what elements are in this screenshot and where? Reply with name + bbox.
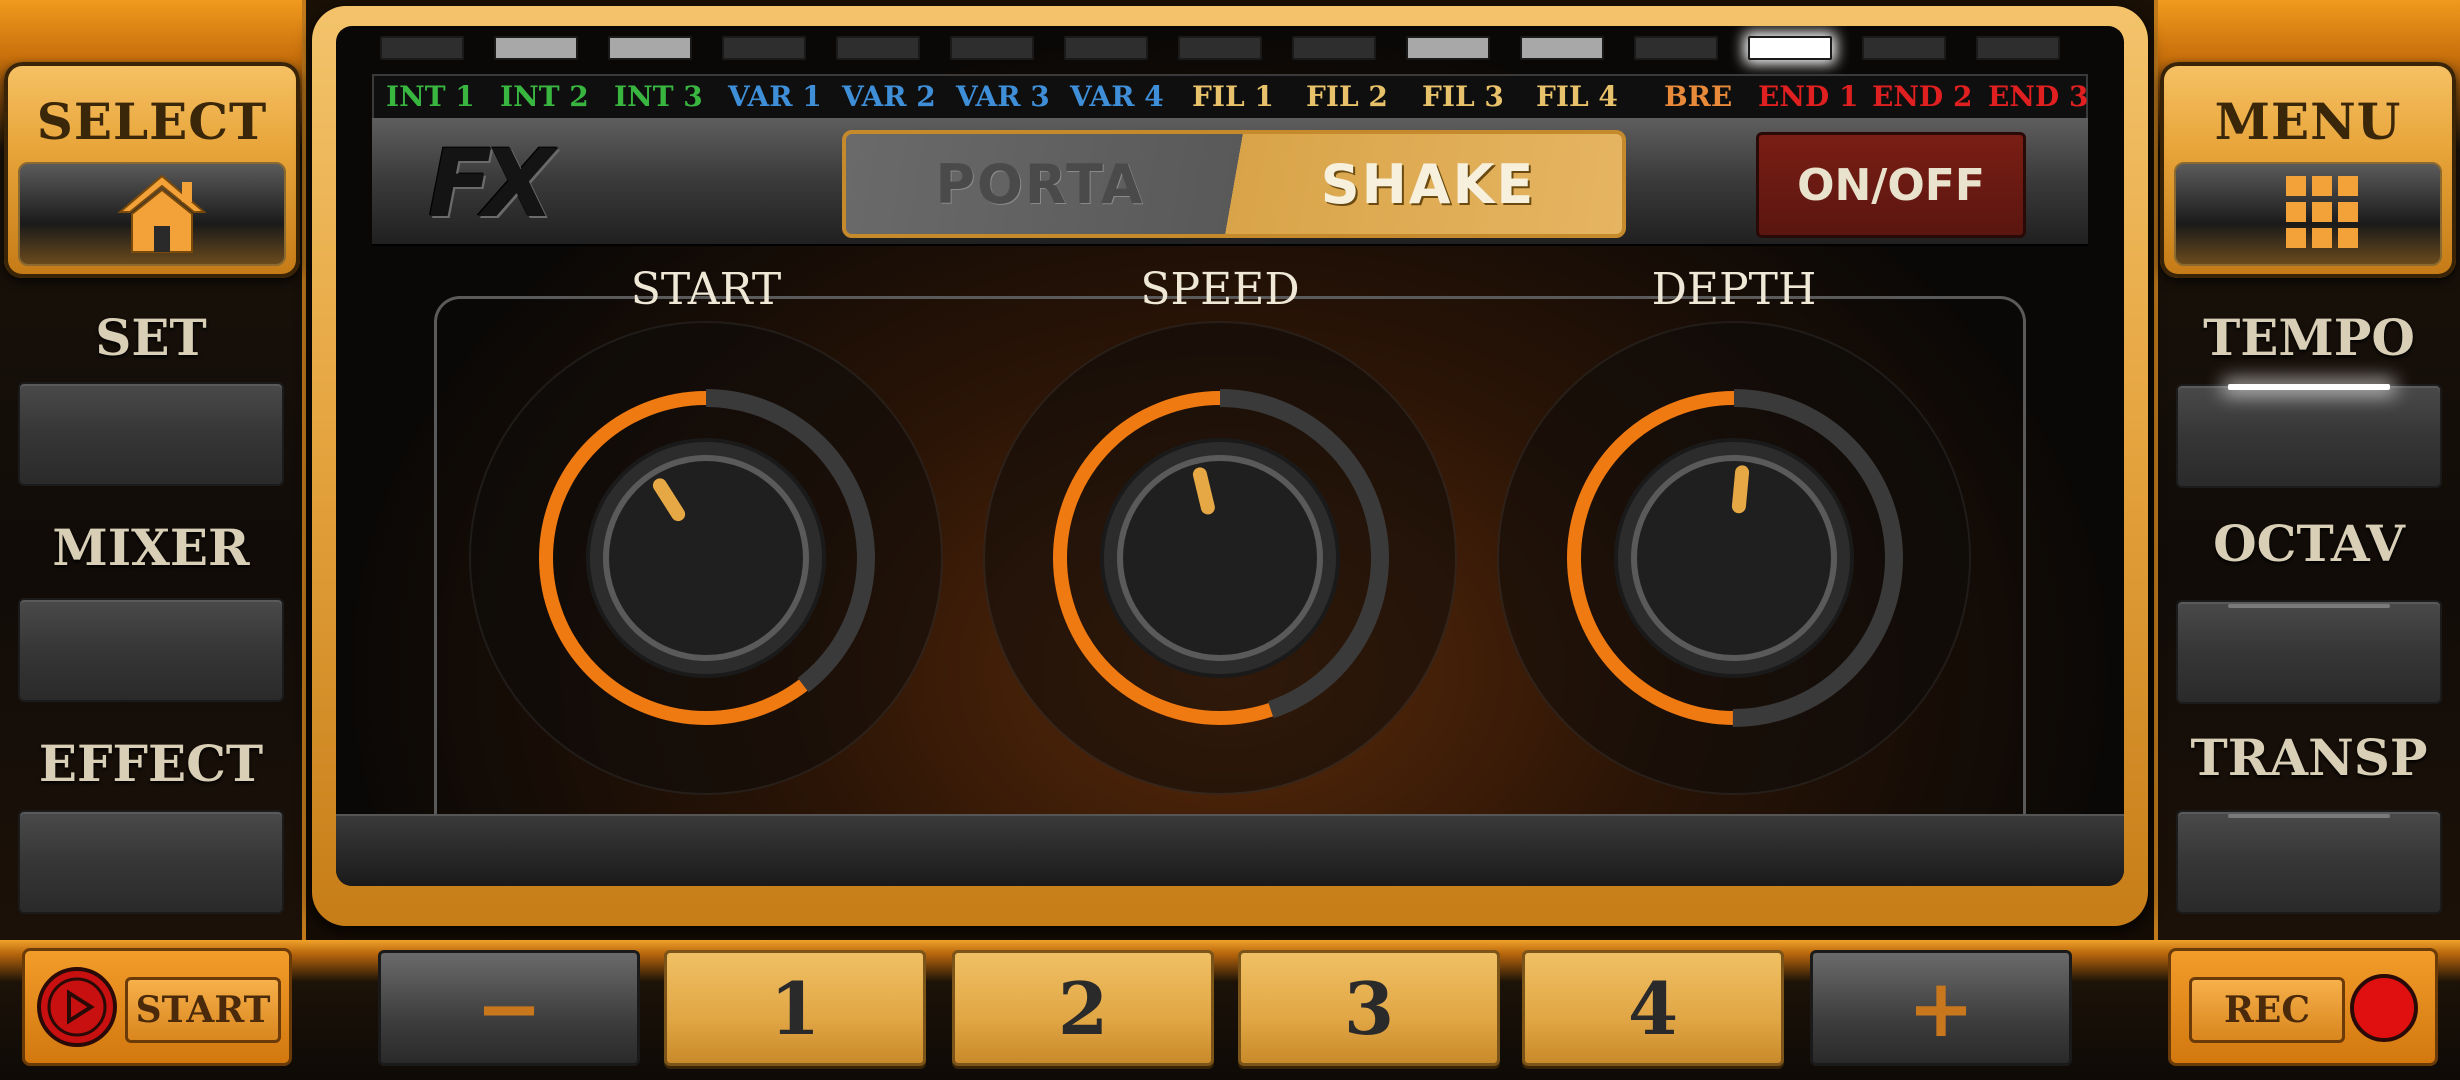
right-panel: MENU TEMPO OCTAV TRANSP <box>2154 0 2460 940</box>
pattern-label-bre[interactable]: BRE <box>1664 80 1732 113</box>
record-icon <box>2350 974 2418 1042</box>
menu-button[interactable]: MENU <box>2160 62 2456 278</box>
fx-mode-switch[interactable]: PORTA SHAKE <box>842 130 1626 238</box>
knob-speed-label: SPEED <box>1140 264 1300 315</box>
fx-screen: INT 1 INT 2 INT 3 VAR 1 VAR 2 VAR 3 VAR … <box>336 26 2124 886</box>
home-icon <box>117 174 207 253</box>
pattern-label-bar: INT 1 INT 2 INT 3 VAR 1 VAR 2 VAR 3 VAR … <box>372 74 2088 122</box>
select-button[interactable]: SELECT <box>4 62 300 278</box>
pattern-button-3[interactable]: 3 <box>1238 950 1500 1066</box>
grid-icon <box>2286 176 2358 248</box>
start-label: START <box>125 977 281 1043</box>
pattern-label-var3[interactable]: VAR 3 <box>956 80 1050 113</box>
rec-label: REC <box>2189 977 2345 1043</box>
pattern-button-2[interactable]: 2 <box>952 950 1214 1066</box>
select-pad <box>18 162 286 266</box>
tempo-label: TEMPO <box>2203 308 2415 367</box>
knob-start-label: START <box>630 264 782 315</box>
left-panel: SELECT SET MIXER EFFECT <box>0 0 306 940</box>
rec-button[interactable]: REC <box>2168 948 2438 1066</box>
play-icon <box>37 967 117 1047</box>
pattern-label-int2[interactable]: INT 2 <box>500 80 589 113</box>
app-root: SELECT SET MIXER EFFECT MENU TEMPO OCTAV… <box>0 0 2460 1080</box>
bottom-bar <box>0 940 2460 1080</box>
knob-speed[interactable] <box>978 316 1462 800</box>
select-label: SELECT <box>36 92 268 151</box>
pattern-led <box>1976 36 2060 60</box>
plus-button[interactable]: + <box>1810 950 2072 1066</box>
pattern-led <box>1634 36 1718 60</box>
knob-pointer <box>1731 465 1750 514</box>
mixer-button[interactable] <box>18 598 284 702</box>
pattern-label-int3[interactable]: INT 3 <box>614 80 703 113</box>
pattern-led <box>1178 36 1262 60</box>
pattern-label-fil3[interactable]: FIL 3 <box>1422 80 1504 113</box>
tempo-indicator <box>2228 384 2390 390</box>
pattern-led <box>494 36 578 60</box>
fx-header: FX PORTA SHAKE ON/OFF <box>372 118 2088 246</box>
screen-bottom-strip <box>336 814 2124 886</box>
pattern-button-4[interactable]: 4 <box>1522 950 1784 1066</box>
knob-cap <box>603 455 809 661</box>
tempo-button[interactable] <box>2176 384 2442 488</box>
set-label: SET <box>95 308 207 367</box>
knob-start[interactable] <box>464 316 948 800</box>
minus-button[interactable]: − <box>378 950 640 1066</box>
pattern-led <box>722 36 806 60</box>
pattern-label-int1[interactable]: INT 1 <box>386 80 475 113</box>
pattern-led <box>608 36 692 60</box>
pattern-label-var4[interactable]: VAR 4 <box>1070 80 1164 113</box>
mixer-label: MIXER <box>52 518 250 577</box>
effect-label: EFFECT <box>38 734 264 793</box>
transp-indicator <box>2228 814 2390 818</box>
pattern-led <box>380 36 464 60</box>
pattern-label-end3[interactable]: END 3 <box>1988 80 2088 113</box>
pattern-label-var1[interactable]: VAR 1 <box>728 80 822 113</box>
pattern-led <box>1520 36 1604 60</box>
pattern-led <box>1406 36 1490 60</box>
pattern-led <box>1064 36 1148 60</box>
mode-shake[interactable]: SHAKE <box>1234 134 1622 234</box>
knob-cap <box>1117 455 1323 661</box>
pattern-label-fil1[interactable]: FIL 1 <box>1192 80 1274 113</box>
knob-depth[interactable] <box>1492 316 1976 800</box>
pattern-led-row <box>336 36 2124 60</box>
pattern-label-end1[interactable]: END 1 <box>1758 80 1858 113</box>
octav-label: OCTAV <box>2213 514 2405 573</box>
start-button[interactable]: START <box>22 948 292 1066</box>
octav-button[interactable] <box>2176 600 2442 704</box>
pattern-led <box>836 36 920 60</box>
screen-frame: INT 1 INT 2 INT 3 VAR 1 VAR 2 VAR 3 VAR … <box>312 6 2148 926</box>
set-button[interactable] <box>18 382 284 486</box>
octav-indicator <box>2228 604 2390 608</box>
effect-button[interactable] <box>18 810 284 914</box>
pattern-led <box>1748 36 1832 60</box>
transp-label: TRANSP <box>2190 728 2428 787</box>
pattern-label-fil2[interactable]: FIL 2 <box>1306 80 1388 113</box>
pattern-label-fil4[interactable]: FIL 4 <box>1536 80 1618 113</box>
knob-depth-label: DEPTH <box>1651 264 1817 315</box>
pattern-label-var2[interactable]: VAR 2 <box>842 80 936 113</box>
transp-button[interactable] <box>2176 810 2442 914</box>
knob-pointer <box>1192 467 1215 515</box>
pattern-button-1[interactable]: 1 <box>664 950 926 1066</box>
pattern-led <box>950 36 1034 60</box>
mode-porta[interactable]: PORTA <box>846 134 1234 234</box>
pattern-led <box>1862 36 1946 60</box>
pattern-led <box>1292 36 1376 60</box>
fx-logo: FX <box>428 130 555 239</box>
onoff-button[interactable]: ON/OFF <box>1756 132 2026 238</box>
pattern-label-end2[interactable]: END 2 <box>1872 80 1972 113</box>
menu-label: MENU <box>2214 92 2402 151</box>
menu-pad <box>2174 162 2442 266</box>
